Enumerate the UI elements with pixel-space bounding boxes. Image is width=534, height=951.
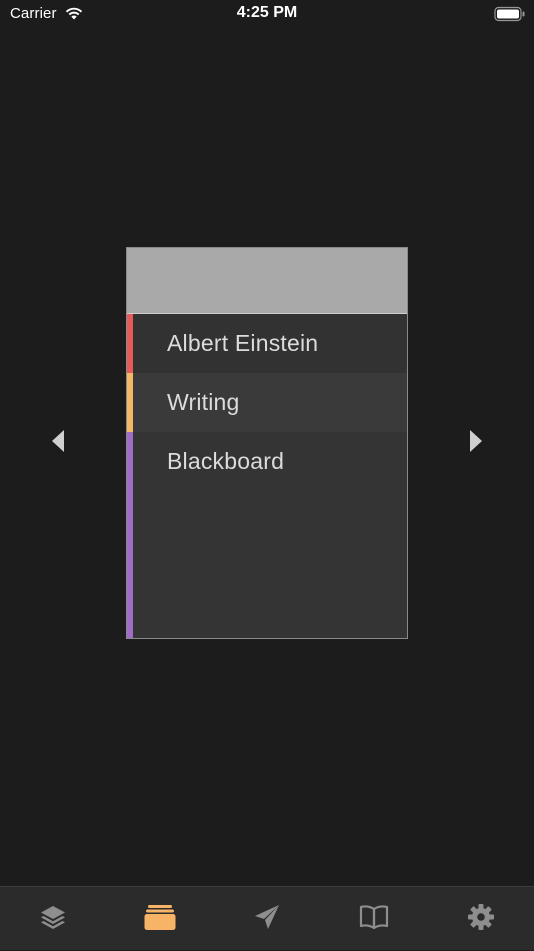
item-color-stripe [127,373,133,432]
next-button[interactable] [468,429,484,453]
tab-send[interactable] [214,887,321,951]
gear-icon [467,904,494,930]
book-icon [359,905,388,930]
card-list: Albert Einstein Writing Blackboard [127,314,407,638]
status-time: 4:25 PM [236,4,298,21]
item-color-stripe [127,432,133,638]
list-item[interactable]: Albert Einstein [127,314,407,373]
paper-plane-icon [254,905,279,929]
list-item[interactable]: Blackboard [127,432,407,638]
item-label: Blackboard [167,448,285,474]
card-header [127,248,407,314]
previous-button[interactable] [50,429,66,453]
triangle-left-icon [52,430,64,452]
tab-folder[interactable] [107,887,214,951]
layers-icon [41,906,66,929]
list-item[interactable]: Writing [127,373,407,432]
battery-icon [494,6,526,27]
item-color-stripe [127,314,133,373]
item-label: Writing [167,389,240,415]
folder-icon [144,905,176,930]
tab-settings[interactable] [427,887,534,951]
deck-card[interactable]: Albert Einstein Writing Blackboard [126,247,408,639]
status-bar: Carrier 4:25 PM [0,0,534,30]
item-label: Albert Einstein [167,330,319,356]
tab-book[interactable] [320,887,427,951]
triangle-right-icon [470,430,482,452]
tab-bar [0,886,534,950]
tab-layers[interactable] [0,887,107,951]
